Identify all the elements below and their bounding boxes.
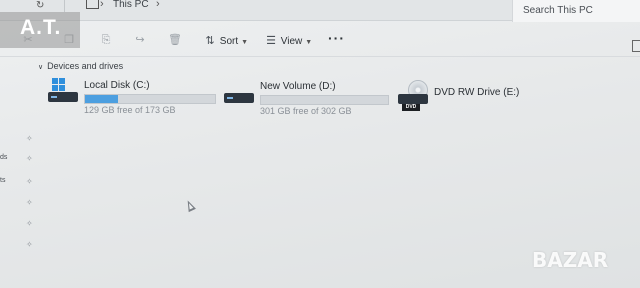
pin-icon[interactable]: ✧ xyxy=(26,219,33,228)
sort-icon: ⇅ xyxy=(205,35,215,47)
usage-bar xyxy=(260,95,389,105)
refresh-icon[interactable]: ↻ xyxy=(36,0,44,11)
chevron-down-icon: ▼ xyxy=(305,39,313,46)
view-button[interactable]: ☰ View ▼ xyxy=(264,34,312,47)
drive-free-space: 129 GB free of 173 GB xyxy=(84,105,176,115)
pin-icon[interactable]: ✧ xyxy=(26,134,33,143)
section-title: Devices and drives xyxy=(47,61,124,71)
drive-name: Local Disk (C:) xyxy=(84,80,150,91)
pin-icon[interactable]: ✧ xyxy=(26,240,33,249)
drive-name: DVD RW Drive (E:) xyxy=(434,87,520,98)
drive-name: New Volume (D:) xyxy=(260,81,336,92)
dvd-drive-icon xyxy=(398,94,428,104)
pin-icon[interactable]: ✧ xyxy=(26,177,33,186)
view-label: View xyxy=(280,36,303,47)
chevron-right-icon[interactable]: › xyxy=(156,0,160,10)
drive-free-space: 301 GB free of 302 GB xyxy=(260,106,352,116)
breadcrumb-this-pc[interactable]: This PC xyxy=(113,0,149,10)
hard-drive-icon xyxy=(48,92,78,102)
section-header-devices[interactable]: ∨ Devices and drives xyxy=(38,61,123,71)
view-icon: ☰ xyxy=(266,35,276,47)
paste-icon[interactable]: ⎘ xyxy=(100,34,112,46)
divider xyxy=(64,0,65,12)
sort-label: Sort xyxy=(219,36,239,47)
more-options-button[interactable]: ··· xyxy=(328,30,345,46)
usage-fill xyxy=(85,95,118,103)
share-icon[interactable]: ↪ xyxy=(134,34,146,46)
usage-bar xyxy=(84,94,216,104)
nav-item-label[interactable]: ts xyxy=(0,177,5,184)
command-bar: ✂ ❐ ⎘ ↪ 🗑 ⇅ Sort▼ ☰ View▼ ··· xyxy=(0,22,640,57)
watermark-logo: BAZAR xyxy=(532,248,609,272)
title-bar: ↻ › This PC › Search This PC xyxy=(0,0,640,22)
details-pane-icon[interactable] xyxy=(632,40,640,52)
mouse-cursor xyxy=(184,198,196,213)
search-placeholder: Search This PC xyxy=(523,5,593,16)
brand-logo: A.T. xyxy=(20,16,62,39)
chevron-down-icon: ▼ xyxy=(241,39,249,46)
chevron-down-icon: ∨ xyxy=(38,64,44,71)
windows-logo-icon xyxy=(52,78,65,91)
pin-icon[interactable]: ✧ xyxy=(26,198,33,207)
pin-icon[interactable]: ✧ xyxy=(26,154,33,163)
sort-button[interactable]: ⇅ Sort ▼ xyxy=(203,34,248,47)
delete-icon[interactable]: 🗑 xyxy=(168,34,182,46)
hard-drive-icon xyxy=(224,93,254,103)
this-pc-icon xyxy=(86,0,99,9)
chevron-right-icon[interactable]: › xyxy=(100,0,104,10)
nav-item-label[interactable]: ds xyxy=(0,154,7,161)
search-input[interactable]: Search This PC xyxy=(512,0,640,22)
dvd-badge: DVD xyxy=(402,104,420,111)
